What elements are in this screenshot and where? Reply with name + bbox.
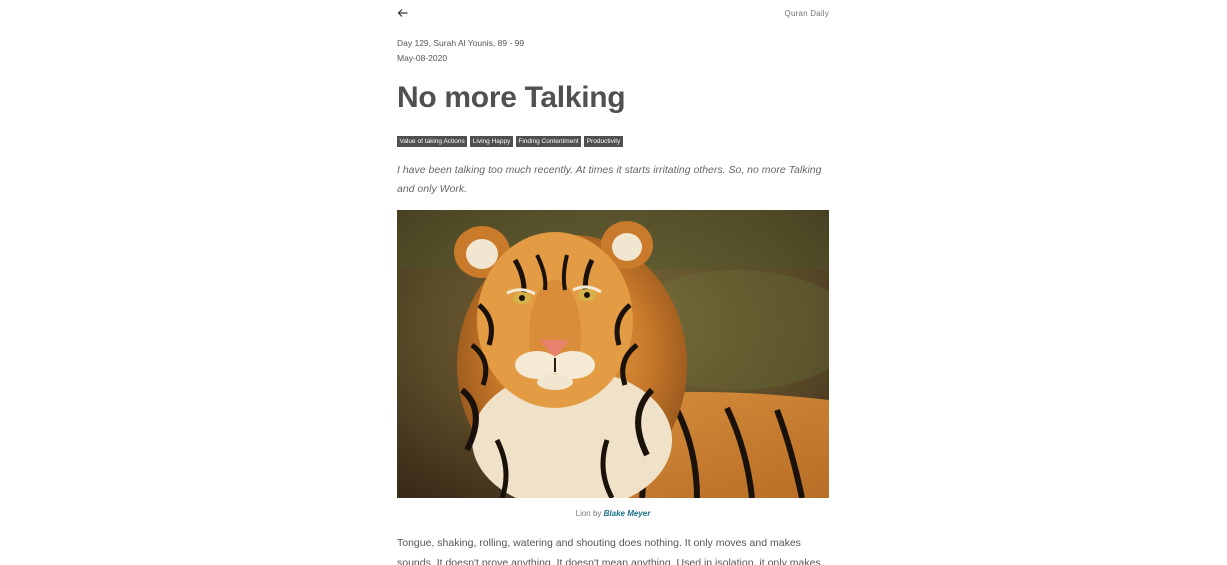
tag-finding-contentment[interactable]: Finding Contentment: [515, 136, 582, 147]
tag-list: Value of taking Actions Living Happy Fin…: [397, 136, 829, 147]
tag-value-of-taking-actions[interactable]: Value of taking Actions: [397, 136, 468, 147]
post-body: Tongue, shaking, rolling, watering and s…: [397, 537, 821, 565]
image-caption: Lion by Blake Meyer: [397, 509, 829, 518]
day-reference: Day 129, Surah Al Younis, 89 - 99: [397, 38, 525, 48]
post-date: May-08-2020: [397, 53, 448, 63]
tiger-image: [397, 210, 829, 498]
caption-prefix: Lion by: [575, 509, 602, 518]
hero-image: [397, 210, 829, 498]
tag-productivity[interactable]: Productivity: [584, 136, 623, 147]
post-lead: I have been talking too much recently. A…: [397, 164, 822, 195]
site-name-link[interactable]: Quran Daily: [785, 9, 829, 18]
top-bar: Quran Daily: [397, 0, 829, 28]
article-column: Quran Daily Day 129, Surah Al Younis, 89…: [397, 0, 829, 565]
caption-author-link[interactable]: Blake Meyer: [604, 509, 651, 518]
article-page: Quran Daily Day 129, Surah Al Younis, 89…: [0, 0, 1227, 565]
post-title: No more Talking: [397, 81, 626, 114]
arrow-left-icon: [397, 9, 408, 17]
back-button[interactable]: [397, 6, 411, 20]
tag-living-happy[interactable]: Living Happy: [470, 136, 513, 147]
